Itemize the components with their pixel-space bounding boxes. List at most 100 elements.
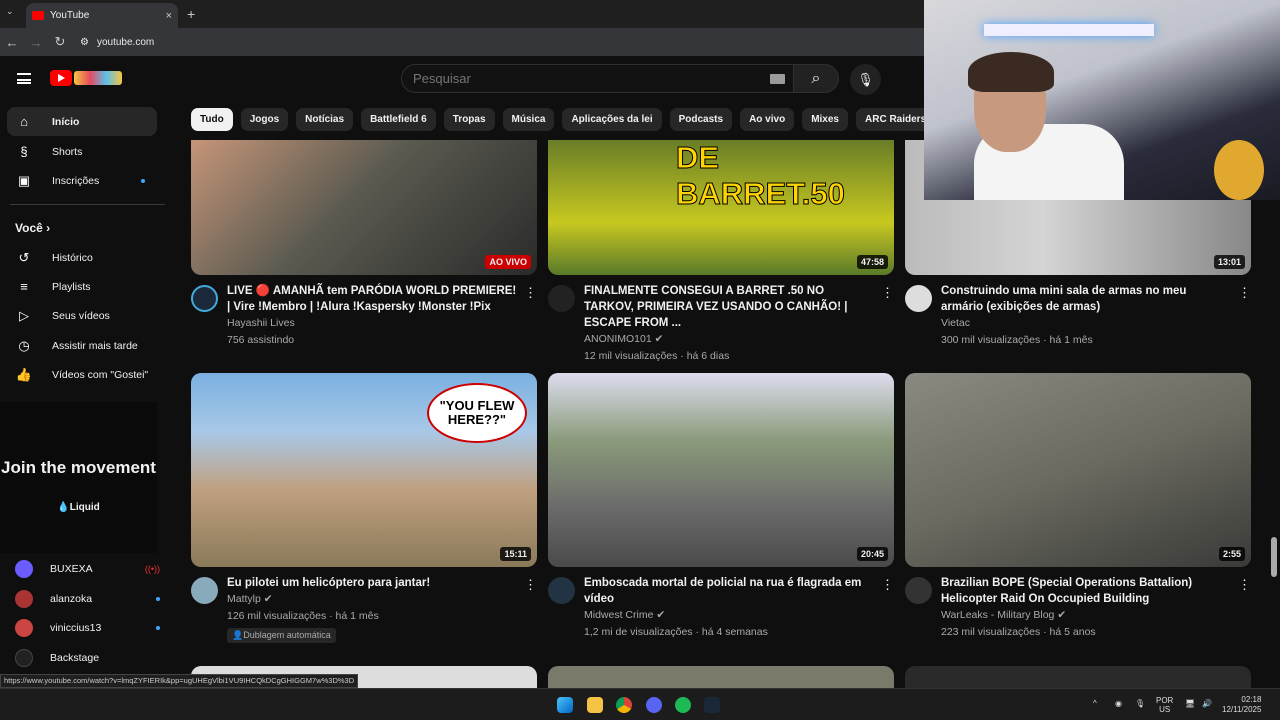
reload-icon[interactable]: ↻ xyxy=(48,34,72,50)
chip-musica[interactable]: Música xyxy=(502,108,555,131)
more-options-icon[interactable]: ⋮ xyxy=(1238,577,1251,593)
channel-avatar[interactable] xyxy=(548,285,575,312)
channel-name[interactable]: Vietac xyxy=(941,315,1231,332)
channel-name[interactable]: Hayashii Lives xyxy=(227,315,517,332)
chip-mixes[interactable]: Mixes xyxy=(802,108,848,131)
video-duration: 13:01 xyxy=(1213,255,1245,269)
video-thumbnail[interactable]: DE BARRET.50 47:58 xyxy=(548,140,894,275)
video-thumbnail[interactable]: 20:45 xyxy=(548,373,894,567)
menu-icon[interactable] xyxy=(17,73,31,84)
verified-icon: ✔ xyxy=(656,609,666,621)
channel-avatar[interactable] xyxy=(548,577,575,604)
chip-tudo[interactable]: Tudo xyxy=(191,108,233,131)
network-icon[interactable]: 🖥 xyxy=(1185,699,1195,708)
sidebar-item-shorts[interactable]: § Shorts xyxy=(7,137,157,166)
video-title[interactable]: FINALMENTE CONSEGUI A BARRET .50 NO TARK… xyxy=(584,283,874,331)
video-card[interactable] xyxy=(548,666,894,688)
more-options-icon[interactable]: ⋮ xyxy=(524,285,537,301)
channel-name[interactable]: ANONIMO101 ✔ xyxy=(584,331,874,348)
search-input[interactable] xyxy=(401,64,811,93)
video-thumbnail[interactable] xyxy=(548,666,894,688)
video-thumbnail[interactable]: "YOU FLEW HERE??" 15:11 xyxy=(191,373,537,567)
video-card[interactable]: 2:55 Brazilian BOPE (Special Operations … xyxy=(905,373,1251,641)
url-field[interactable]: ⚙ youtube.com xyxy=(80,37,154,48)
chip-tropas[interactable]: Tropas xyxy=(443,108,495,131)
more-options-icon[interactable]: ⋮ xyxy=(524,577,537,593)
voce-section-header[interactable]: Você › xyxy=(15,221,50,235)
video-title[interactable]: Emboscada mortal de policial na rua é fl… xyxy=(584,575,874,607)
chip-battlefield-6[interactable]: Battlefield 6 xyxy=(361,108,436,131)
channel-avatar[interactable] xyxy=(191,285,218,312)
forward-icon[interactable]: → xyxy=(24,35,48,50)
chip-noticias[interactable]: Notícias xyxy=(296,108,354,131)
channel-name[interactable]: Mattylp ✔ xyxy=(227,591,517,608)
show-hidden-icons[interactable]: ^ xyxy=(1093,699,1097,708)
video-card[interactable]: 20:45 Emboscada mortal de policial na ru… xyxy=(548,373,894,641)
video-thumbnail[interactable]: AO VIVO xyxy=(191,140,537,275)
liked-icon: 👍 xyxy=(15,366,33,382)
sidebar-item-inscricoes[interactable]: ▣ Inscrições xyxy=(7,166,157,195)
subscription-viniccius13[interactable]: viniccius13 xyxy=(15,614,160,642)
keyboard-icon[interactable] xyxy=(770,74,785,84)
steam-icon[interactable] xyxy=(704,697,720,713)
playlists-icon: ≡ xyxy=(20,279,28,294)
chrome-icon[interactable] xyxy=(616,697,632,713)
tab-search-dropdown-icon[interactable]: ⌄ xyxy=(6,6,14,17)
video-thumbnail[interactable] xyxy=(905,666,1251,688)
dub-icon: 👤 xyxy=(232,630,244,640)
spotify-icon[interactable] xyxy=(675,697,691,713)
video-card[interactable] xyxy=(905,666,1251,688)
channel-avatar[interactable] xyxy=(905,577,932,604)
sidebar-item-seus-videos[interactable]: ▷ Seus vídeos xyxy=(7,301,157,330)
sidebar-item-videos-gostei[interactable]: 👍 Vídeos com "Gostei" xyxy=(7,360,157,389)
subscription-buxexa[interactable]: BUXEXA ((•)) xyxy=(15,555,160,583)
close-tab-icon[interactable]: × xyxy=(166,10,172,22)
app-tray-icon[interactable]: ◉ xyxy=(1115,699,1122,708)
voice-search-button[interactable]: 🎙 xyxy=(850,64,881,95)
sidebar-item-historico[interactable]: ↺ Histórico xyxy=(7,243,157,272)
start-icon[interactable] xyxy=(557,697,573,713)
sidebar-ad-liquid[interactable]: Join the movement 💧Liquid xyxy=(0,402,157,553)
tab-youtube[interactable]: YouTube × xyxy=(26,3,178,28)
video-card[interactable]: AO VIVO LIVE 🔴 AMANHÃ tem PARÓDIA WORLD … xyxy=(191,140,537,349)
language-indicator[interactable]: POR US xyxy=(1156,696,1173,714)
site-info-icon[interactable]: ⚙ xyxy=(80,37,89,48)
subscription-backstage[interactable]: Backstage xyxy=(15,644,160,672)
back-icon[interactable]: ← xyxy=(0,35,24,50)
video-title[interactable]: Brazilian BOPE (Special Operations Batta… xyxy=(941,575,1231,607)
page-scrollbar[interactable] xyxy=(1268,102,1280,688)
video-title[interactable]: LIVE 🔴 AMANHÃ tem PARÓDIA WORLD PREMIERE… xyxy=(227,283,517,315)
chip-podcasts[interactable]: Podcasts xyxy=(669,108,733,131)
subscription-alanzoka[interactable]: alanzoka xyxy=(15,585,160,613)
discord-icon[interactable] xyxy=(646,697,662,713)
sidebar-item-inicio[interactable]: ⌂ Início xyxy=(7,107,157,136)
volume-icon[interactable]: 🔊 xyxy=(1202,699,1212,708)
scrollbar-thumb[interactable] xyxy=(1271,537,1277,577)
sidebar-item-playlists[interactable]: ≡ Playlists xyxy=(7,272,157,301)
chip-jogos[interactable]: Jogos xyxy=(240,108,289,131)
video-card[interactable]: "YOU FLEW HERE??" 15:11 Eu pilotei um he… xyxy=(191,373,537,643)
chip-ao-vivo[interactable]: Ao vivo xyxy=(740,108,795,131)
more-options-icon[interactable]: ⋮ xyxy=(1238,285,1251,301)
clock[interactable]: 02:18 12/11/2025 xyxy=(1222,695,1261,715)
new-tab-button[interactable]: + xyxy=(187,6,195,22)
channel-avatar[interactable] xyxy=(191,577,218,604)
channel-name[interactable]: WarLeaks - Military Blog ✔ xyxy=(941,607,1231,624)
video-thumbnail[interactable]: 2:55 xyxy=(905,373,1251,567)
channel-name[interactable]: Midwest Crime ✔ xyxy=(584,607,874,624)
video-card[interactable]: DE BARRET.50 47:58 FINALMENTE CONSEGUI A… xyxy=(548,140,894,365)
chevron-right-icon: › xyxy=(46,221,51,235)
search-button[interactable]: ⌕ xyxy=(793,64,839,93)
sidebar-item-assistir-mais-tarde[interactable]: ◷ Assistir mais tarde xyxy=(7,331,157,360)
channel-avatar[interactable] xyxy=(905,285,932,312)
youtube-logo[interactable] xyxy=(50,69,122,87)
video-title[interactable]: Eu pilotei um helicóptero para jantar! xyxy=(227,575,517,591)
search-icon: ⌕ xyxy=(811,69,821,87)
more-options-icon[interactable]: ⋮ xyxy=(881,577,894,593)
video-title[interactable]: Construindo uma mini sala de armas no me… xyxy=(941,283,1231,315)
more-options-icon[interactable]: ⋮ xyxy=(881,285,894,301)
microphone-tray-icon[interactable]: 🎙 xyxy=(1135,699,1145,708)
file-explorer-icon[interactable] xyxy=(587,697,603,713)
video-stats: 12 mil visualizações · há 6 dias xyxy=(584,350,730,362)
chip-aplicacoes-da-lei[interactable]: Aplicações da lei xyxy=(562,108,662,131)
